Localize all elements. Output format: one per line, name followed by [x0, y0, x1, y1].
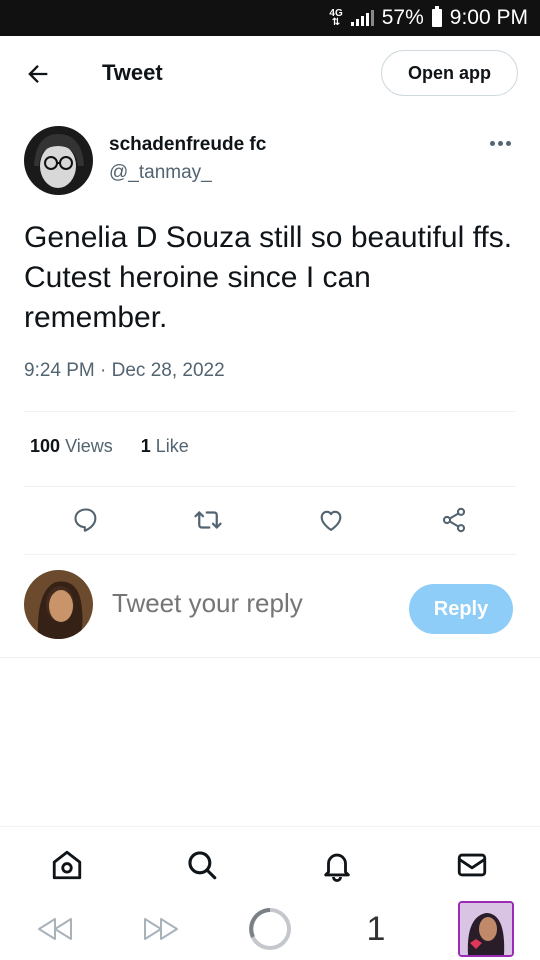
network-indicator: 4G ⇅ [329, 8, 343, 28]
tweet-timestamp[interactable]: 9:24 PM · Dec 28, 2022 [24, 360, 225, 382]
tweet-text: Genelia D Souza still so beautiful ffs. … [24, 221, 513, 334]
likes-stat[interactable]: 1 Like [141, 436, 189, 457]
signal-icon [350, 10, 374, 26]
search-icon[interactable] [184, 847, 220, 883]
retweet-icon[interactable] [188, 500, 228, 540]
status-bar: 4G ⇅ 57% 9:00 PM [0, 0, 540, 36]
tweet-header: Tweet Open app [0, 36, 540, 111]
clock: 9:00 PM [449, 6, 528, 29]
more-options-icon[interactable] [490, 136, 514, 150]
like-icon[interactable] [311, 500, 351, 540]
page-title: Tweet [102, 60, 163, 85]
author-display-name[interactable]: schadenfreude fc [109, 134, 266, 156]
reply-icon[interactable] [66, 500, 106, 540]
reply-input[interactable] [112, 588, 382, 619]
battery-percent: 57% [381, 6, 424, 29]
home-icon[interactable] [49, 847, 85, 883]
views-stat[interactable]: 100 Views [30, 436, 113, 457]
notifications-icon[interactable] [319, 847, 355, 883]
divider [24, 486, 516, 487]
browser-home-icon[interactable] [246, 906, 294, 952]
open-app-button[interactable]: Open app [381, 50, 518, 96]
user-avatar[interactable] [24, 570, 93, 639]
tweet-author: schadenfreude fc @_tanmay_ [24, 126, 516, 198]
browser-forward-icon[interactable] [138, 906, 184, 952]
reply-composer: Reply [0, 570, 540, 650]
author-avatar[interactable] [24, 126, 93, 195]
browser-back-icon[interactable] [32, 906, 78, 952]
battery-icon [431, 6, 442, 27]
divider [24, 411, 516, 412]
back-arrow-icon[interactable] [24, 60, 52, 88]
author-handle[interactable]: @_tanmay_ [109, 162, 212, 184]
tweet-stats: 100 Views 1 Like [30, 436, 189, 457]
messages-icon[interactable] [454, 847, 490, 883]
browser-toolbar: 1 [0, 898, 540, 960]
tab-thumbnail[interactable] [456, 900, 516, 958]
share-icon[interactable] [434, 500, 474, 540]
tab-count[interactable]: 1 [356, 906, 396, 952]
reply-button[interactable]: Reply [409, 584, 513, 634]
bottom-navigation [0, 826, 540, 898]
divider [0, 657, 540, 658]
tweet-actions [0, 500, 540, 540]
divider [24, 554, 516, 555]
